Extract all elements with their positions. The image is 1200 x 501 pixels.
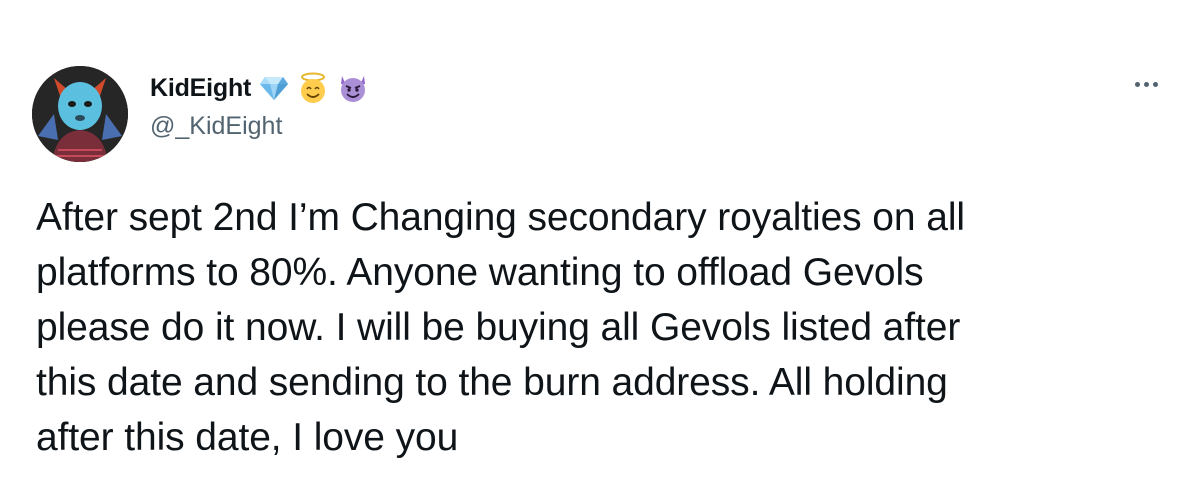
smiling-devil-face-icon xyxy=(337,72,369,104)
tweet-card: KidEight @_KidEight After sept 2nd I’m C… xyxy=(0,0,1200,501)
name-row: KidEight xyxy=(150,70,369,106)
dot-icon xyxy=(1143,81,1149,87)
tweet-text: After sept 2nd I’m Changing secondary ro… xyxy=(36,196,965,459)
gem-icon xyxy=(259,75,289,101)
avatar[interactable] xyxy=(32,66,128,162)
avatar-image xyxy=(32,66,128,162)
dot-icon xyxy=(1134,81,1140,87)
dot-icon xyxy=(1152,81,1158,87)
tweet-header: KidEight @_KidEight xyxy=(150,70,369,140)
smiling-halo-face-icon xyxy=(297,72,329,104)
user-handle[interactable]: @_KidEight xyxy=(150,112,369,141)
display-name[interactable]: KidEight xyxy=(150,74,251,103)
more-options-button[interactable] xyxy=(1128,72,1164,96)
